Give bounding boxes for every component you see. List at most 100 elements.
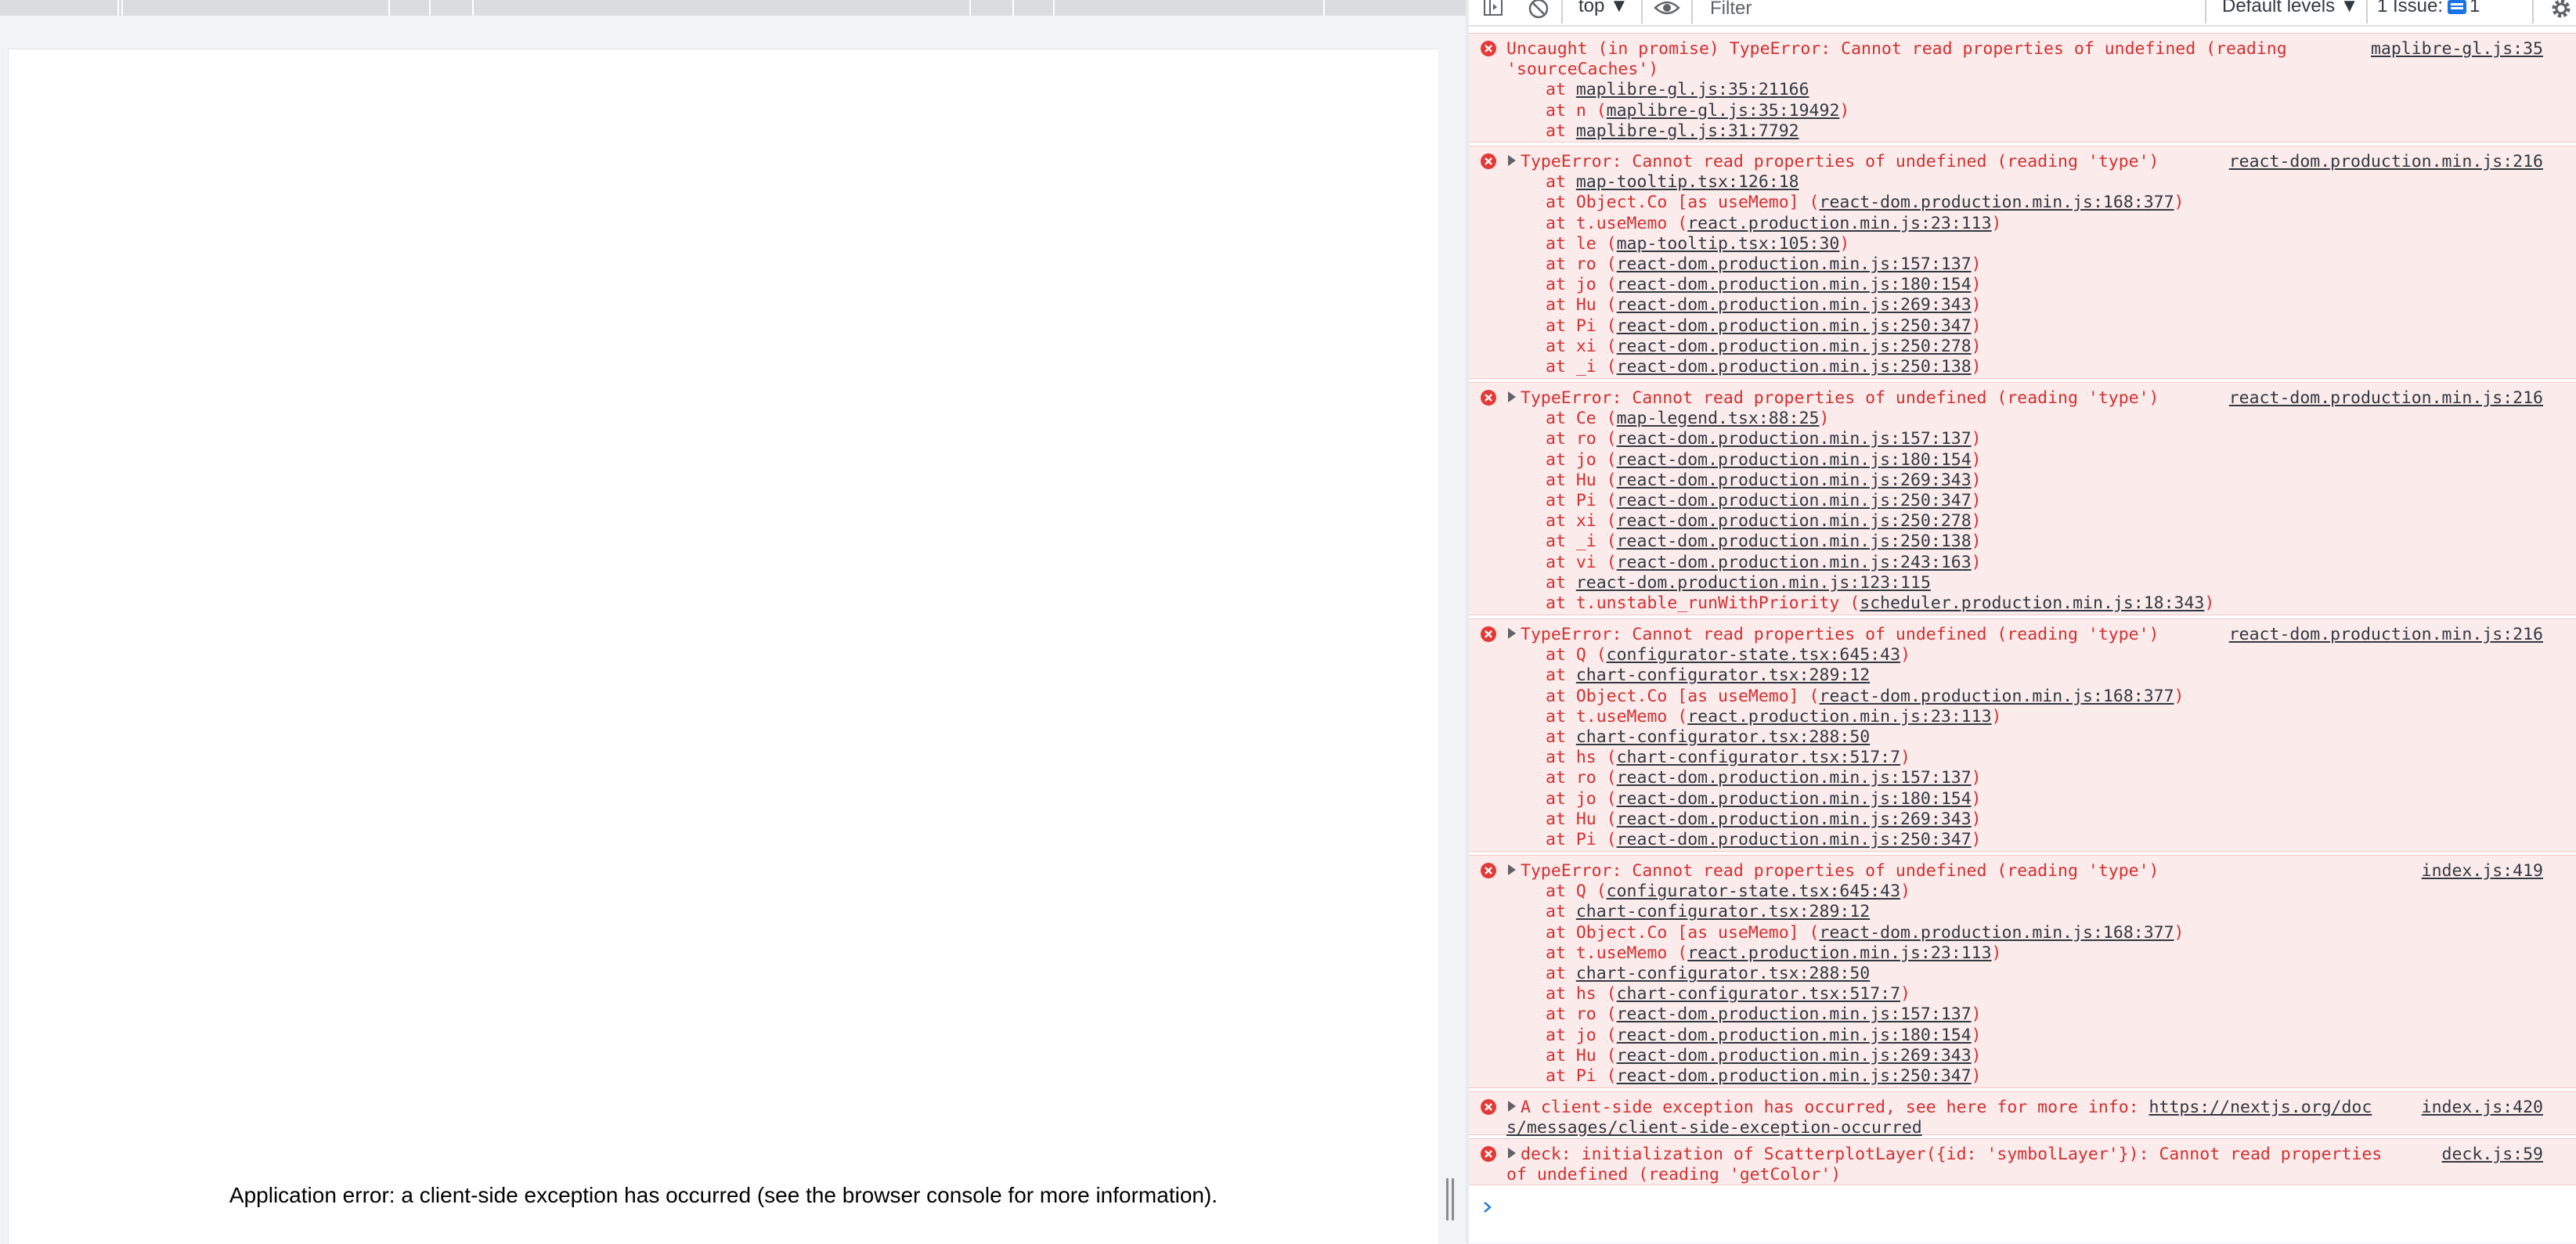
- error-message-head: TypeError: Cannot read properties of und…: [1521, 152, 2159, 171]
- stack-frame-link[interactable]: react.production.min.js:23:113: [1687, 707, 1991, 727]
- stack-frame: at ro (react-dom.production.min.js:157:1…: [1546, 429, 1982, 449]
- execution-context-select[interactable]: top ▼: [1578, 0, 1629, 17]
- stack-frame-link[interactable]: maplibre-gl.js:35:19492: [1607, 101, 1840, 121]
- docs-link[interactable]: s/messages/client-side-exception-occurre…: [1506, 1118, 1922, 1138]
- stack-frame-link[interactable]: react-dom.production.min.js:123:115: [1576, 573, 1931, 593]
- console-error-message: TypeError: Cannot read properties of und…: [1469, 146, 2576, 379]
- show-sidebar-icon[interactable]: [1483, 0, 1503, 17]
- issues-button[interactable]: 1 Issue: 1: [2377, 0, 2480, 19]
- stack-frame-link[interactable]: react-dom.production.min.js:269:343: [1617, 295, 1972, 315]
- stack-frame-link[interactable]: configurator-state.tsx:645:43: [1607, 645, 1900, 665]
- expand-triangle-icon[interactable]: [1508, 391, 1516, 402]
- error-message-head: TypeError: Cannot read properties of und…: [1521, 388, 2159, 408]
- stack-frame-link[interactable]: scheduler.production.min.js:18:343: [1860, 593, 2204, 613]
- stack-frame-text: at ro (: [1546, 768, 1617, 788]
- stack-frame-link[interactable]: chart-configurator.tsx:517:7: [1617, 984, 1900, 1004]
- stack-frame-text: ): [1991, 943, 2002, 963]
- stack-frame-link[interactable]: react-dom.production.min.js:269:343: [1617, 810, 1972, 829]
- tab-divider: [429, 0, 431, 16]
- error-message-text[interactable]: TypeError: Cannot read properties of und…: [1508, 152, 2159, 172]
- stack-frame-link[interactable]: react-dom.production.min.js:269:343: [1617, 471, 1972, 490]
- message-source-link[interactable]: react-dom.production.min.js:216: [2229, 152, 2543, 172]
- error-message-text[interactable]: TypeError: Cannot read properties of und…: [1508, 388, 2159, 409]
- stack-frame-text: at: [1546, 727, 1576, 747]
- stack-frame-link[interactable]: chart-configurator.tsx:517:7: [1617, 748, 1900, 767]
- stack-frame-text: ): [1900, 882, 1911, 902]
- stack-frame-link[interactable]: map-tooltip.tsx:126:18: [1576, 172, 1799, 192]
- stack-frame-link[interactable]: react-dom.production.min.js:180:154: [1617, 789, 1972, 809]
- stack-frame-link[interactable]: react.production.min.js:23:113: [1687, 214, 1991, 233]
- stack-frame-link[interactable]: react-dom.production.min.js:250:138: [1617, 357, 1972, 377]
- console-error-message: Uncaught (in promise) TypeError: Cannot …: [1469, 33, 2576, 142]
- stack-frame-link[interactable]: react-dom.production.min.js:168:377: [1820, 687, 2174, 706]
- clear-console-icon[interactable]: [1527, 0, 1550, 20]
- expand-triangle-icon[interactable]: [1508, 1101, 1516, 1112]
- stack-frame-text: at ro (: [1546, 429, 1617, 449]
- console-prompt-icon[interactable]: [1480, 1199, 1495, 1215]
- stack-frame: at t.useMemo (react.production.min.js:23…: [1546, 707, 2002, 727]
- stack-frame-text: ): [1971, 449, 1982, 470]
- message-source-link[interactable]: deck.js:59: [2442, 1145, 2543, 1165]
- message-source-link[interactable]: react-dom.production.min.js:216: [2229, 625, 2543, 645]
- panel-resize-handle[interactable]: [1446, 1178, 1454, 1221]
- error-message-text[interactable]: deck: initialization of ScatterplotLayer…: [1508, 1145, 2382, 1165]
- stack-frame-link[interactable]: react-dom.production.min.js:250:347: [1617, 316, 1972, 336]
- error-message-text[interactable]: TypeError: Cannot read properties of und…: [1508, 625, 2159, 645]
- console-filter-input[interactable]: [1704, 0, 2092, 20]
- stack-frame-link[interactable]: react-dom.production.min.js:180:154: [1617, 275, 1972, 294]
- stack-frame-link[interactable]: react-dom.production.min.js:157:137: [1617, 429, 1972, 449]
- stack-frame-link[interactable]: react-dom.production.min.js:250:138: [1617, 532, 1972, 551]
- stack-frame-text: ): [1991, 213, 2002, 233]
- error-message-continuation: s/messages/client-side-exception-occurre…: [1506, 1118, 1922, 1138]
- stack-frame-link[interactable]: react-dom.production.min.js:157:137: [1617, 1004, 1972, 1024]
- message-source-link[interactable]: index.js:419: [2422, 861, 2543, 882]
- stack-frame-link[interactable]: map-legend.tsx:88:25: [1617, 409, 1820, 428]
- stack-frame-text: ): [1971, 1004, 1982, 1025]
- stack-frame-link[interactable]: react-dom.production.min.js:157:137: [1617, 254, 1972, 274]
- stack-frame: at Object.Co [as useMemo] (react-dom.pro…: [1546, 193, 2185, 213]
- log-levels-select[interactable]: Default levels ▼: [2222, 0, 2359, 17]
- live-expression-eye-icon[interactable]: [1654, 0, 1680, 19]
- expand-triangle-icon[interactable]: [1508, 628, 1516, 639]
- stack-frame-link[interactable]: react-dom.production.min.js:250:278: [1617, 337, 1972, 356]
- error-icon: [1480, 1145, 1497, 1163]
- error-message-text[interactable]: A client-side exception has occurred, se…: [1508, 1098, 2372, 1118]
- stack-frame-link[interactable]: react-dom.production.min.js:168:377: [1820, 923, 2174, 943]
- stack-frame-link[interactable]: maplibre-gl.js:31:7792: [1576, 121, 1799, 141]
- expand-triangle-icon[interactable]: [1508, 155, 1516, 166]
- stack-frame-text: ): [1971, 1045, 1982, 1066]
- stack-frame-link[interactable]: react-dom.production.min.js:243:163: [1617, 553, 1972, 572]
- stack-frame-link[interactable]: react-dom.production.min.js:180:154: [1617, 450, 1972, 470]
- stack-frame-link[interactable]: react-dom.production.min.js:250:347: [1617, 830, 1972, 849]
- stack-frame-text: ): [1971, 830, 1982, 849]
- stack-frame-link[interactable]: maplibre-gl.js:35:21166: [1576, 80, 1809, 99]
- stack-frame-text: at vi (: [1546, 552, 1617, 572]
- docs-link[interactable]: https://nextjs.org/doc: [2149, 1098, 2372, 1117]
- stack-frame-link[interactable]: react-dom.production.min.js:250:278: [1617, 511, 1972, 531]
- stack-frame-text: at xi (: [1546, 511, 1617, 532]
- settings-gear-icon[interactable]: [2549, 0, 2573, 20]
- expand-triangle-icon[interactable]: [1508, 1148, 1516, 1159]
- stack-frame-text: ): [1839, 233, 1850, 254]
- stack-frame-link[interactable]: react-dom.production.min.js:269:343: [1617, 1046, 1972, 1066]
- message-source-link[interactable]: maplibre-gl.js:35: [2371, 39, 2543, 59]
- stack-frame-link[interactable]: react-dom.production.min.js:168:377: [1820, 193, 2174, 212]
- stack-frame-link[interactable]: chart-configurator.tsx:288:50: [1576, 727, 1870, 747]
- console-toolbar: top ▼ Default levels ▼ 1 Issue: 1: [1469, 0, 2576, 27]
- message-source-link[interactable]: index.js:420: [2422, 1098, 2543, 1118]
- toolbar-separator: [1691, 0, 1693, 23]
- message-source-link[interactable]: react-dom.production.min.js:216: [2229, 388, 2543, 409]
- stack-frame-link[interactable]: react-dom.production.min.js:250:347: [1617, 1066, 1972, 1086]
- stack-frame-link[interactable]: react-dom.production.min.js:180:154: [1617, 1026, 1972, 1045]
- issues-label: 1 Issue:: [2377, 0, 2444, 16]
- stack-frame-link[interactable]: react.production.min.js:23:113: [1687, 943, 1991, 963]
- stack-frame-link[interactable]: configurator-state.tsx:645:43: [1607, 882, 1900, 901]
- expand-triangle-icon[interactable]: [1508, 864, 1516, 875]
- stack-frame-link[interactable]: chart-configurator.tsx:288:50: [1576, 964, 1870, 983]
- stack-frame-link[interactable]: chart-configurator.tsx:289:12: [1576, 665, 1870, 685]
- stack-frame-link[interactable]: react-dom.production.min.js:157:137: [1617, 768, 1972, 788]
- stack-frame-link[interactable]: react-dom.production.min.js:250:347: [1617, 491, 1972, 510]
- stack-frame-link[interactable]: map-tooltip.tsx:105:30: [1617, 234, 1840, 254]
- error-message-text[interactable]: TypeError: Cannot read properties of und…: [1508, 861, 2159, 882]
- stack-frame-link[interactable]: chart-configurator.tsx:289:12: [1576, 902, 1870, 921]
